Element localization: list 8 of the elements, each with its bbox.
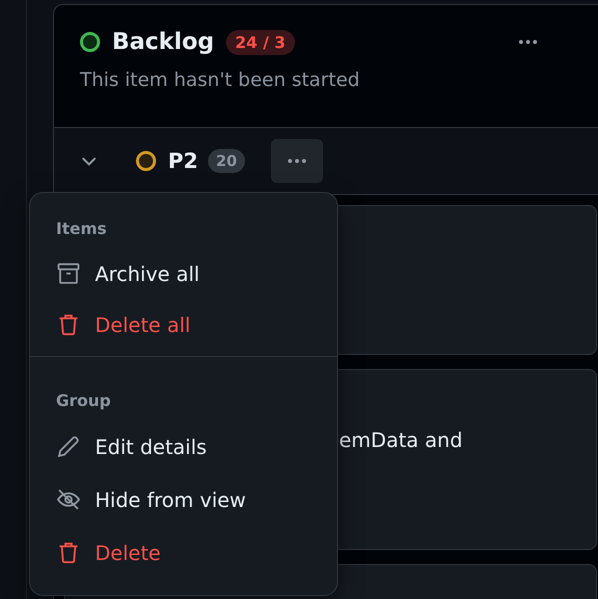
count-badge: 20 xyxy=(208,149,245,173)
section-heading: Group xyxy=(55,390,112,412)
card-title: emData and xyxy=(339,428,463,452)
group-name: P2 xyxy=(168,149,198,173)
count-badge: 24 / 3 xyxy=(226,30,295,54)
column-description: This item hasn't been started xyxy=(80,69,361,91)
column-title: Backlog xyxy=(112,29,214,55)
section-heading: Items xyxy=(55,218,108,240)
